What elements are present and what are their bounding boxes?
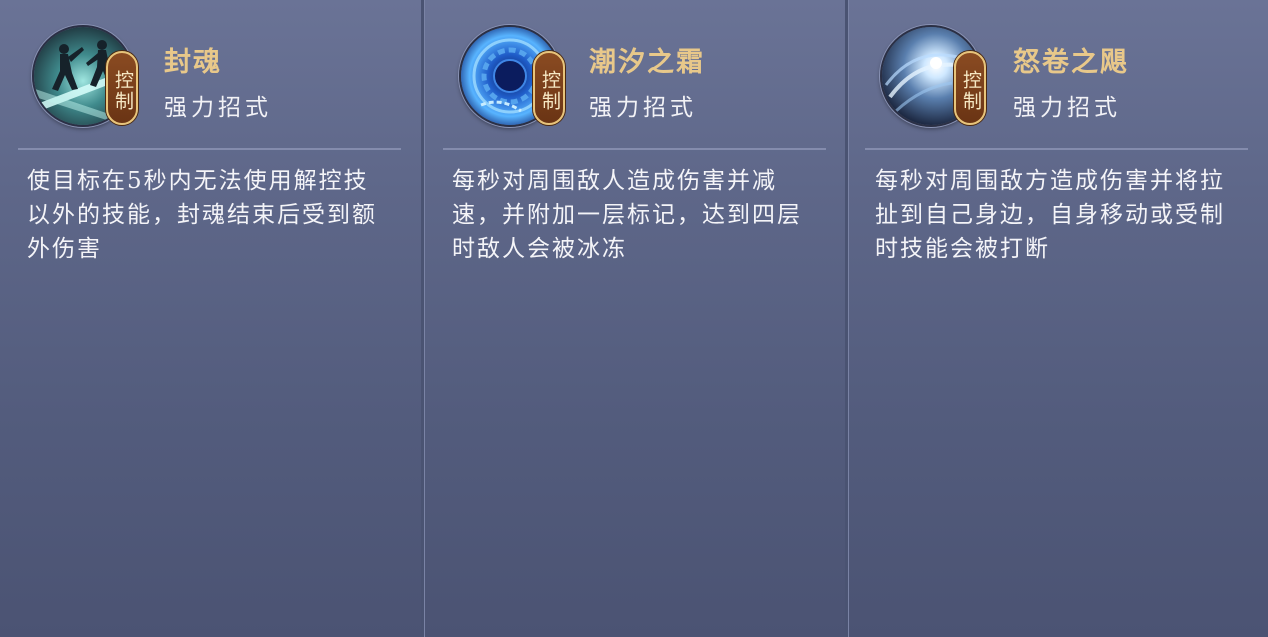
divider — [443, 148, 826, 150]
skill-card-3[interactable]: 控制 怒卷之飓 强力招式 每秒对周围敌方造成伤害并将拉扯到自己身边，自身移动或受… — [848, 0, 1268, 637]
control-tag: 控制 — [533, 51, 565, 125]
control-tag: 控制 — [106, 51, 138, 125]
divider — [865, 148, 1248, 150]
skill-name: 潮汐之霜 — [589, 47, 705, 78]
skill-icon-wrap: 控制 — [459, 23, 567, 127]
skill-icon-wrap: 控制 — [32, 23, 140, 127]
skill-description: 每秒对周围敌人造成伤害并减速，并附加一层标记，达到四层时敌人会被冰冻 — [452, 168, 802, 262]
skill-type: 强力招式 — [589, 95, 697, 121]
divider — [18, 148, 401, 150]
skill-type: 强力招式 — [164, 95, 272, 121]
skill-name: 怒卷之飓 — [1013, 47, 1129, 78]
skill-name: 封魂 — [164, 47, 222, 78]
skill-type: 强力招式 — [1013, 95, 1121, 121]
skill-icon-wrap: 控制 — [880, 23, 988, 127]
skill-card-2[interactable]: 控制 潮汐之霜 强力招式 每秒对周围敌人造成伤害并减速，并附加一层标记，达到四层… — [424, 0, 845, 637]
skill-description: 每秒对周围敌方造成伤害并将拉扯到自己身边，自身移动或受制时技能会被打断 — [875, 168, 1225, 262]
skill-card-1[interactable]: 控制 封魂 强力招式 使目标在5秒内无法使用解控技以外的技能，封魂结束后受到额外… — [0, 0, 421, 637]
control-tag: 控制 — [954, 51, 986, 125]
skill-description: 使目标在5秒内无法使用解控技以外的技能，封魂结束后受到额外伤害 — [27, 168, 377, 262]
